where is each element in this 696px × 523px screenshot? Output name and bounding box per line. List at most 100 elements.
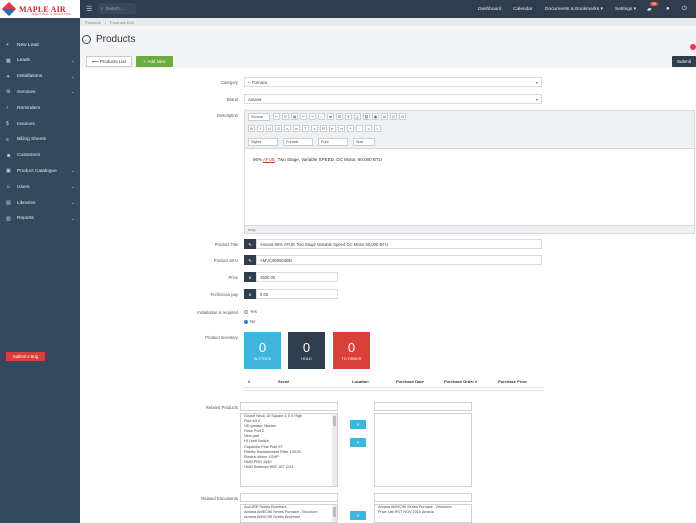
editor-tool-icon[interactable]: ⇆ bbox=[327, 113, 334, 120]
editor-tool-icon[interactable]: ⧉ bbox=[381, 113, 388, 120]
editor-tool-icon[interactable]: ↶ bbox=[300, 113, 307, 120]
inventory-hold[interactable]: 0 HOLD bbox=[288, 332, 325, 369]
source-button[interactable]: Source bbox=[248, 113, 270, 121]
list-scrollbar[interactable] bbox=[332, 505, 337, 522]
font-dropdown[interactable]: Font bbox=[318, 138, 348, 146]
editor-format-icon[interactable]: B bbox=[248, 125, 255, 132]
sidebar-item-customers[interactable]: ☻ Customers bbox=[0, 149, 80, 163]
sidebar-item-new-lead[interactable]: + New Lead bbox=[0, 38, 80, 52]
editor-tool-icon[interactable]: ☰ bbox=[336, 113, 343, 120]
editor-content[interactable]: 96% AFUE, Two Stage, Variable SPEED, DC … bbox=[253, 157, 382, 162]
scrollbar-thumb[interactable] bbox=[333, 416, 336, 426]
editor-format-icon[interactable]: ≡ bbox=[311, 125, 318, 132]
sidebar-item-product-catalogue[interactable]: ▣ Product Catalogue ⌄ bbox=[0, 164, 80, 178]
docs-search-input[interactable] bbox=[240, 493, 338, 502]
list-item[interactable]: Price List RST NOV 2015 Amana bbox=[375, 510, 471, 515]
products-list-button[interactable]: ⟵ Products List bbox=[86, 56, 132, 67]
category-value: -- Furnace bbox=[248, 79, 268, 85]
related-available-list[interactable]: Goose Neck 10 Square 4 X 9 High Flue Kit … bbox=[240, 413, 338, 487]
move-left-button[interactable]: « bbox=[350, 438, 366, 447]
editor-format-icon[interactable]: ☷ bbox=[320, 125, 327, 132]
editor-format-icon[interactable]: ⫷ bbox=[365, 125, 372, 132]
editor-tool-icon[interactable]: ¶ bbox=[345, 113, 352, 120]
editor-tool-icon[interactable]: ▣ bbox=[372, 113, 379, 120]
editor-format-icon[interactable]: ⇥ bbox=[338, 125, 345, 132]
editor-format-icon[interactable]: ⫸ bbox=[374, 125, 381, 132]
selected-search-input[interactable] bbox=[374, 402, 472, 411]
related-selected-list[interactable] bbox=[374, 413, 472, 487]
editor-tool-icon[interactable]: ⛓ bbox=[363, 113, 370, 120]
product-title-label: Product Title bbox=[214, 242, 238, 247]
inventory-to-order[interactable]: 0 TO ORDER bbox=[333, 332, 370, 369]
submit-bug-button[interactable]: Submit a Bug bbox=[6, 352, 45, 361]
product-sku-input[interactable]: AMVC960604BN bbox=[256, 255, 542, 265]
editor-tool-icon[interactable]: ◫ bbox=[390, 113, 397, 120]
brand-select[interactable]: Amana bbox=[244, 94, 542, 104]
sidebar-item-leads[interactable]: ▦ Leads ⌄ bbox=[0, 54, 80, 68]
user-icon[interactable]: ● bbox=[666, 0, 670, 18]
scrollbar-thumb[interactable] bbox=[333, 507, 336, 517]
table-divider bbox=[244, 390, 544, 391]
editor-tool-icon[interactable]: ↷ bbox=[309, 113, 316, 120]
editor-tool-icon[interactable]: ⌕ bbox=[318, 113, 325, 120]
editor-tool-icon[interactable]: ▤ bbox=[291, 113, 298, 120]
editor-format-icon[interactable]: I bbox=[257, 125, 264, 132]
editor-tool-icon[interactable]: ⚓ bbox=[354, 113, 361, 120]
app-logo[interactable]: MAPLE AIR HEATING & COOLING bbox=[0, 0, 80, 18]
nav-dashboard[interactable]: Dashboard bbox=[478, 0, 501, 18]
docs-selected-list[interactable]: Amana AMVC96 Series Furnace - Brochure Pr… bbox=[374, 504, 472, 523]
nav-settings[interactable]: Settings ▾ bbox=[615, 0, 636, 18]
product-title-input[interactable]: Amana 96% AFUE Two Stage Variable Speed … bbox=[256, 239, 542, 249]
docs-selected-search-input[interactable] bbox=[374, 493, 472, 502]
category-select[interactable]: -- Furnace bbox=[244, 77, 542, 87]
docs-move-right-button[interactable]: » bbox=[350, 511, 366, 520]
add-new-button[interactable]: + Add New bbox=[136, 56, 173, 67]
installation-yes-radio[interactable]: Yes bbox=[244, 309, 257, 314]
sidebar-item-invoices[interactable]: $ Invoices bbox=[0, 117, 80, 131]
editor-format-icon[interactable]: U bbox=[266, 125, 273, 132]
col-serial: Serial bbox=[278, 379, 289, 384]
price-input[interactable]: 4500.00 bbox=[256, 272, 338, 282]
nav-documents[interactable]: Documents & Bookmarks ▾ bbox=[545, 0, 603, 18]
back-arrow-icon[interactable]: ← bbox=[82, 35, 91, 44]
sidebar-item-services[interactable]: ⚙ Services ⌄ bbox=[0, 85, 80, 99]
styles-dropdown[interactable]: Styles bbox=[248, 138, 278, 146]
format-dropdown[interactable]: Format bbox=[283, 138, 313, 146]
editor-tool-icon[interactable]: ⎘ bbox=[282, 113, 289, 120]
editor-format-icon[interactable]: S bbox=[275, 125, 282, 132]
description-editor[interactable]: Source Styles Format Font Size ✂ ⎘ ▤ ↶ ↷ ⌕ ⇆ ☰ ¶… bbox=[244, 110, 695, 234]
editor-format-icon[interactable]: x² bbox=[293, 125, 300, 132]
editor-tool-icon[interactable]: ✂ bbox=[273, 113, 280, 120]
editor-tool-icon[interactable]: Ω bbox=[399, 113, 406, 120]
related-search-input[interactable] bbox=[240, 402, 338, 411]
installation-no-radio[interactable]: No bbox=[244, 319, 255, 324]
size-dropdown[interactable]: Size bbox=[353, 138, 375, 146]
breadcrumb-products[interactable]: Products bbox=[85, 20, 101, 25]
back-icon: ⟵ bbox=[92, 58, 100, 64]
nav-calendar[interactable]: Calendar bbox=[513, 0, 532, 18]
category-label: Category bbox=[221, 80, 238, 85]
sidebar-item-installations[interactable]: ✦ Installations ⌄ bbox=[0, 70, 80, 84]
sidebar-item-reports[interactable]: ▥ Reports ⌄ bbox=[0, 212, 80, 226]
docs-available-list[interactable]: AccURE Series Brochure Amana AMEC96 Serie… bbox=[240, 504, 338, 523]
sidebar-item-label: Invoices bbox=[17, 121, 35, 127]
editor-format-icon[interactable]: x₂ bbox=[284, 125, 291, 132]
inventory-in-stock[interactable]: 0 IN STOCK bbox=[244, 332, 281, 369]
menu-toggle-icon[interactable]: ☰ bbox=[86, 5, 92, 13]
sidebar-item-users[interactable]: ☺ Users ⌄ bbox=[0, 180, 80, 194]
list-scrollbar[interactable] bbox=[332, 414, 337, 486]
editor-format-icon[interactable]: ❝ bbox=[347, 125, 354, 132]
sidebar-item-billing-sheets[interactable]: ≡ Billing Sheets bbox=[0, 133, 80, 147]
power-icon[interactable]: ⏻ bbox=[682, 0, 687, 18]
sidebar-item-reminders[interactable]: ♪ Reminders bbox=[0, 101, 80, 115]
move-right-button[interactable]: » bbox=[350, 420, 366, 429]
sidebar-item-libraries[interactable]: ▤ Libraries ⌄ bbox=[0, 196, 80, 210]
technician-pay-input[interactable]: 0.00 bbox=[256, 289, 338, 299]
list-item[interactable]: Amana AMVC95 Series Brochure bbox=[241, 515, 337, 520]
editor-format-icon[interactable]: ⫶ bbox=[356, 125, 363, 132]
search-input[interactable]: ⌕ Search... bbox=[98, 3, 136, 14]
editor-format-icon[interactable]: ⇤ bbox=[329, 125, 336, 132]
editor-format-icon[interactable]: T bbox=[302, 125, 309, 132]
list-item[interactable]: HUM Solenoid W/R 1KT 2/24 bbox=[241, 465, 337, 470]
submit-button[interactable]: Submit bbox=[672, 56, 696, 67]
